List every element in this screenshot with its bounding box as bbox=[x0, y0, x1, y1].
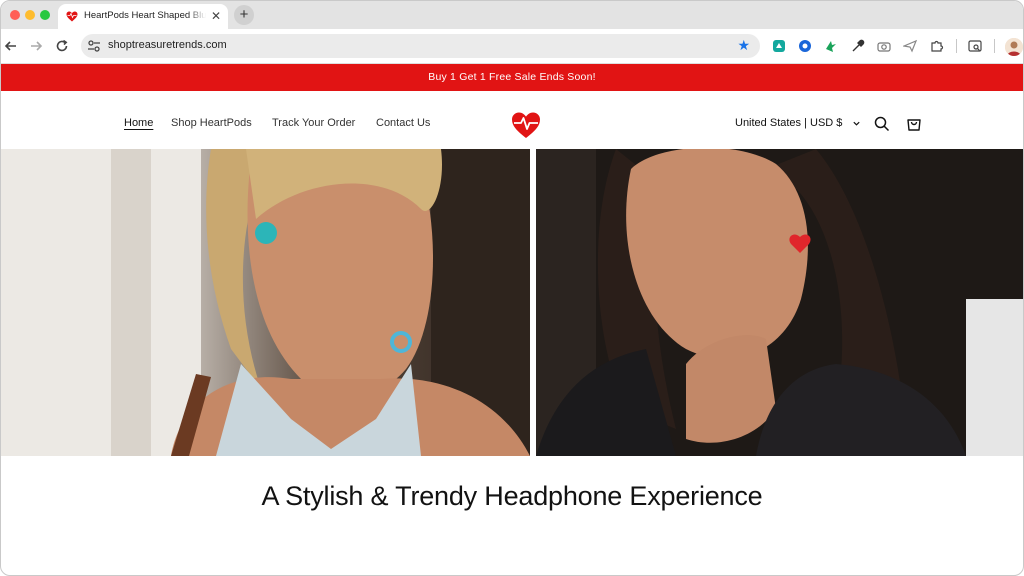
heart-pulse-logo-icon[interactable] bbox=[511, 111, 541, 139]
site-info-icon[interactable] bbox=[87, 39, 101, 53]
search-icon[interactable] bbox=[873, 115, 891, 133]
tab-title: HeartPods Heart Shaped Blue bbox=[84, 10, 206, 21]
hero-banner bbox=[1, 149, 1023, 456]
site-header: Home Shop HeartPods Track Your Order Con… bbox=[1, 91, 1023, 149]
puzzle-extensions-icon[interactable] bbox=[930, 39, 944, 53]
maximize-window-button[interactable] bbox=[40, 10, 50, 20]
nav-shop-heartpods[interactable]: Shop HeartPods bbox=[171, 117, 252, 129]
back-arrow-icon[interactable] bbox=[3, 38, 19, 54]
nav-track-order[interactable]: Track Your Order bbox=[272, 117, 355, 129]
profile-avatar-icon[interactable] bbox=[1005, 38, 1023, 56]
new-tab-button[interactable]: + bbox=[234, 5, 254, 25]
browser-toolbar: shoptreasuretrends.com ★ bbox=[1, 29, 1023, 64]
nav-contact-us[interactable]: Contact Us bbox=[376, 117, 430, 129]
extension-teal-icon[interactable] bbox=[772, 39, 786, 53]
eyedropper-icon[interactable] bbox=[851, 39, 865, 53]
heart-favicon-icon bbox=[66, 11, 78, 22]
tab-close-icon[interactable]: ✕ bbox=[209, 9, 223, 23]
chevron-down-icon[interactable] bbox=[852, 119, 861, 128]
hero-headline: A Stylish & Trendy Headphone Experience bbox=[261, 481, 763, 511]
forward-arrow-icon[interactable] bbox=[28, 38, 44, 54]
tab-search-icon[interactable] bbox=[968, 39, 982, 53]
browser-tab[interactable]: HeartPods Heart Shaped Blue ✕ bbox=[58, 4, 228, 29]
tab-strip: HeartPods Heart Shaped Blue ✕ + bbox=[1, 1, 1023, 29]
address-bar[interactable]: shoptreasuretrends.com ★ bbox=[81, 34, 760, 58]
nav-home[interactable]: Home bbox=[124, 117, 153, 129]
close-window-button[interactable] bbox=[10, 10, 20, 20]
country-currency-selector[interactable]: United States | USD $ bbox=[735, 117, 842, 129]
toolbar-divider bbox=[994, 39, 995, 53]
browser-window: HeartPods Heart Shaped Blue ✕ + shoptrea… bbox=[0, 0, 1024, 576]
camera-icon[interactable] bbox=[877, 39, 891, 53]
extension-green-bird-icon[interactable] bbox=[824, 39, 838, 53]
send-icon[interactable] bbox=[903, 39, 917, 53]
toolbar-divider bbox=[956, 39, 957, 53]
cart-icon[interactable] bbox=[905, 115, 923, 133]
minimize-window-button[interactable] bbox=[25, 10, 35, 20]
extension-blue-circle-icon[interactable] bbox=[798, 39, 812, 53]
reload-icon[interactable] bbox=[54, 38, 70, 54]
announcement-bar[interactable]: Buy 1 Get 1 Free Sale Ends Soon! bbox=[1, 64, 1023, 91]
url-text[interactable]: shoptreasuretrends.com bbox=[108, 39, 227, 51]
hero-image-left bbox=[1, 149, 530, 456]
hero-image-right bbox=[536, 149, 1023, 456]
bookmark-star-icon[interactable]: ★ bbox=[737, 37, 750, 54]
